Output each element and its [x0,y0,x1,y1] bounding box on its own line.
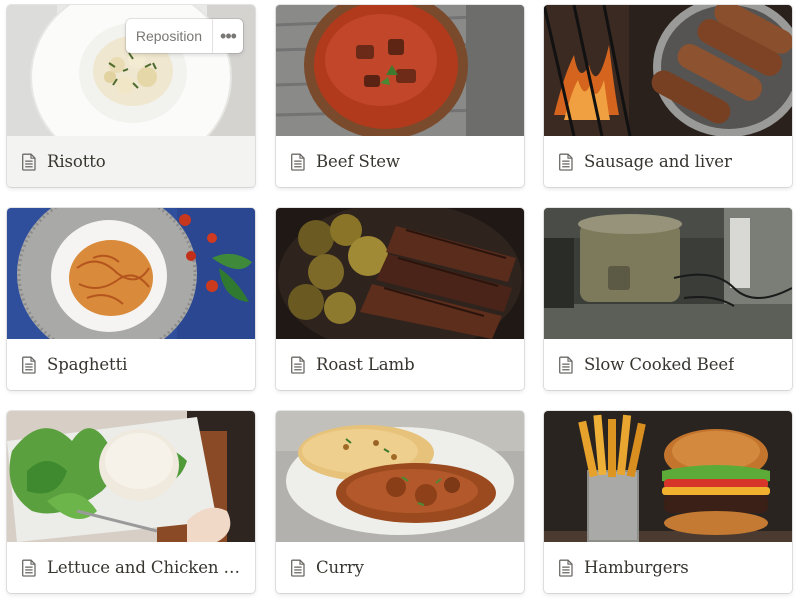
cover-hover-actions: Reposition ••• [125,19,243,53]
cover-image-slow-cooker [544,208,792,339]
cover-image-burger-fries [544,411,792,542]
card-title: Lettuce and Chicken wrap [47,558,245,577]
gallery-card-spaghetti[interactable]: Spaghetti [7,208,255,390]
gallery-card-sausage-and-liver[interactable]: Sausage and liver [544,5,792,187]
card-title: Curry [316,558,364,577]
card-title: Risotto [47,152,106,171]
gallery-card-risotto[interactable]: Reposition ••• Risotto [7,5,255,187]
page-document-icon [558,559,574,577]
cover-image-curry [276,411,524,542]
card-title: Beef Stew [316,152,400,171]
card-title-row: Spaghetti [7,339,255,390]
card-title-row: Curry [276,542,524,593]
card-title-row: Hamburgers [544,542,792,593]
card-title-row: Slow Cooked Beef [544,339,792,390]
page-document-icon [558,356,574,374]
page-document-icon [558,153,574,171]
cover-image-spaghetti [7,208,255,339]
gallery-card-hamburgers[interactable]: Hamburgers [544,411,792,593]
page-document-icon [290,153,306,171]
card-title: Hamburgers [584,558,689,577]
card-title: Roast Lamb [316,355,415,374]
gallery-card-roast-lamb[interactable]: Roast Lamb [276,208,524,390]
card-title-row: Roast Lamb [276,339,524,390]
cover-image-beef-stew [276,5,524,136]
gallery-card-lettuce-and-chicken-wrap[interactable]: Lettuce and Chicken wrap [7,411,255,593]
gallery-card-beef-stew[interactable]: Beef Stew [276,5,524,187]
reposition-button[interactable]: Reposition [126,19,213,53]
page-document-icon [290,559,306,577]
card-title: Spaghetti [47,355,128,374]
page-document-icon [290,356,306,374]
cover-image-lettuce-salad [7,411,255,542]
card-title: Slow Cooked Beef [584,355,735,374]
card-title-row: Beef Stew [276,136,524,187]
gallery-card-slow-cooked-beef[interactable]: Slow Cooked Beef [544,208,792,390]
page-document-icon [21,559,37,577]
page-document-icon [21,356,37,374]
page-document-icon [21,153,37,171]
gallery-grid: Reposition ••• Risotto Beef Stew Sausage… [0,0,805,609]
card-title: Sausage and liver [584,152,732,171]
card-title-row: Lettuce and Chicken wrap [7,542,255,593]
card-title-row: Risotto [7,136,255,187]
cover-image-roast-lamb [276,208,524,339]
more-horizontal-icon[interactable]: ••• [213,19,243,53]
card-title-row: Sausage and liver [544,136,792,187]
gallery-card-curry[interactable]: Curry [276,411,524,593]
cover-image-sausage [544,5,792,136]
